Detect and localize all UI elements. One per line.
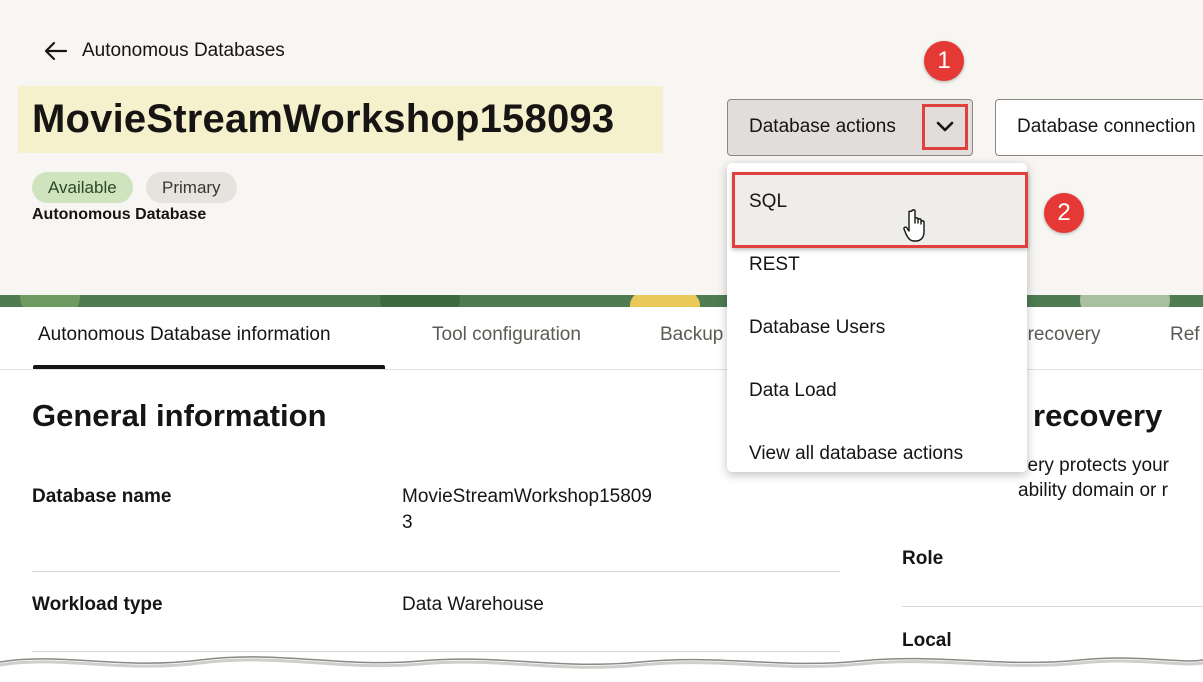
menu-item-data-load[interactable]: Data Load [749, 380, 837, 402]
chevron-down-icon [936, 121, 954, 132]
divider [32, 571, 840, 572]
active-tab-indicator [33, 365, 385, 369]
tab-backup[interactable]: Backup [660, 324, 723, 346]
recovery-description-line1: very protects your [1018, 455, 1169, 476]
menu-item-rest[interactable]: REST [749, 254, 800, 276]
general-information-heading: General information [32, 398, 327, 433]
workload-type-value: Data Warehouse [402, 594, 544, 615]
tab-tool-configuration[interactable]: Tool configuration [432, 324, 581, 346]
menu-item-view-all-database-actions[interactable]: View all database actions [749, 443, 963, 465]
database-actions-label: Database actions [749, 116, 896, 137]
tab-ref[interactable]: Ref [1170, 324, 1200, 346]
workload-type-label: Workload type [32, 594, 163, 615]
page-title: MovieStreamWorkshop158093 [18, 86, 663, 153]
tab-autonomous-database-information[interactable]: Autonomous Database information [38, 324, 331, 346]
database-name-value-line1: MovieStreamWorkshop15809 [402, 486, 652, 507]
hand-pointer-icon [903, 209, 925, 242]
step-marker-1: 1 [924, 41, 964, 81]
back-link-label: Autonomous Databases [82, 40, 285, 61]
recovery-description-line2: ability domain or r [1018, 480, 1168, 501]
status-badge-primary: Primary [146, 172, 237, 203]
status-badge-available: Available [32, 172, 133, 203]
database-name-label: Database name [32, 486, 172, 507]
database-actions-dropdown-toggle[interactable] [922, 104, 968, 150]
back-link[interactable]: Autonomous Databases [44, 40, 285, 62]
role-label: Role [902, 548, 944, 569]
resource-type-label: Autonomous Database [32, 206, 207, 223]
torn-edge-decoration [0, 656, 1203, 682]
database-name-value-line2: 3 [402, 512, 413, 533]
highlight-box-sql [732, 172, 1028, 248]
page-title-text: MovieStreamWorkshop158093 [32, 97, 615, 141]
divider [902, 606, 1203, 607]
tab-disaster-recovery[interactable]: r recovery [1016, 324, 1100, 346]
menu-item-database-users[interactable]: Database Users [749, 317, 885, 339]
database-connection-button[interactable]: Database connection [995, 99, 1203, 156]
disaster-recovery-heading: recovery [1033, 398, 1163, 433]
database-connection-label: Database connection [1017, 116, 1196, 137]
arrow-left-icon [44, 41, 68, 61]
step-marker-2: 2 [1044, 193, 1084, 233]
